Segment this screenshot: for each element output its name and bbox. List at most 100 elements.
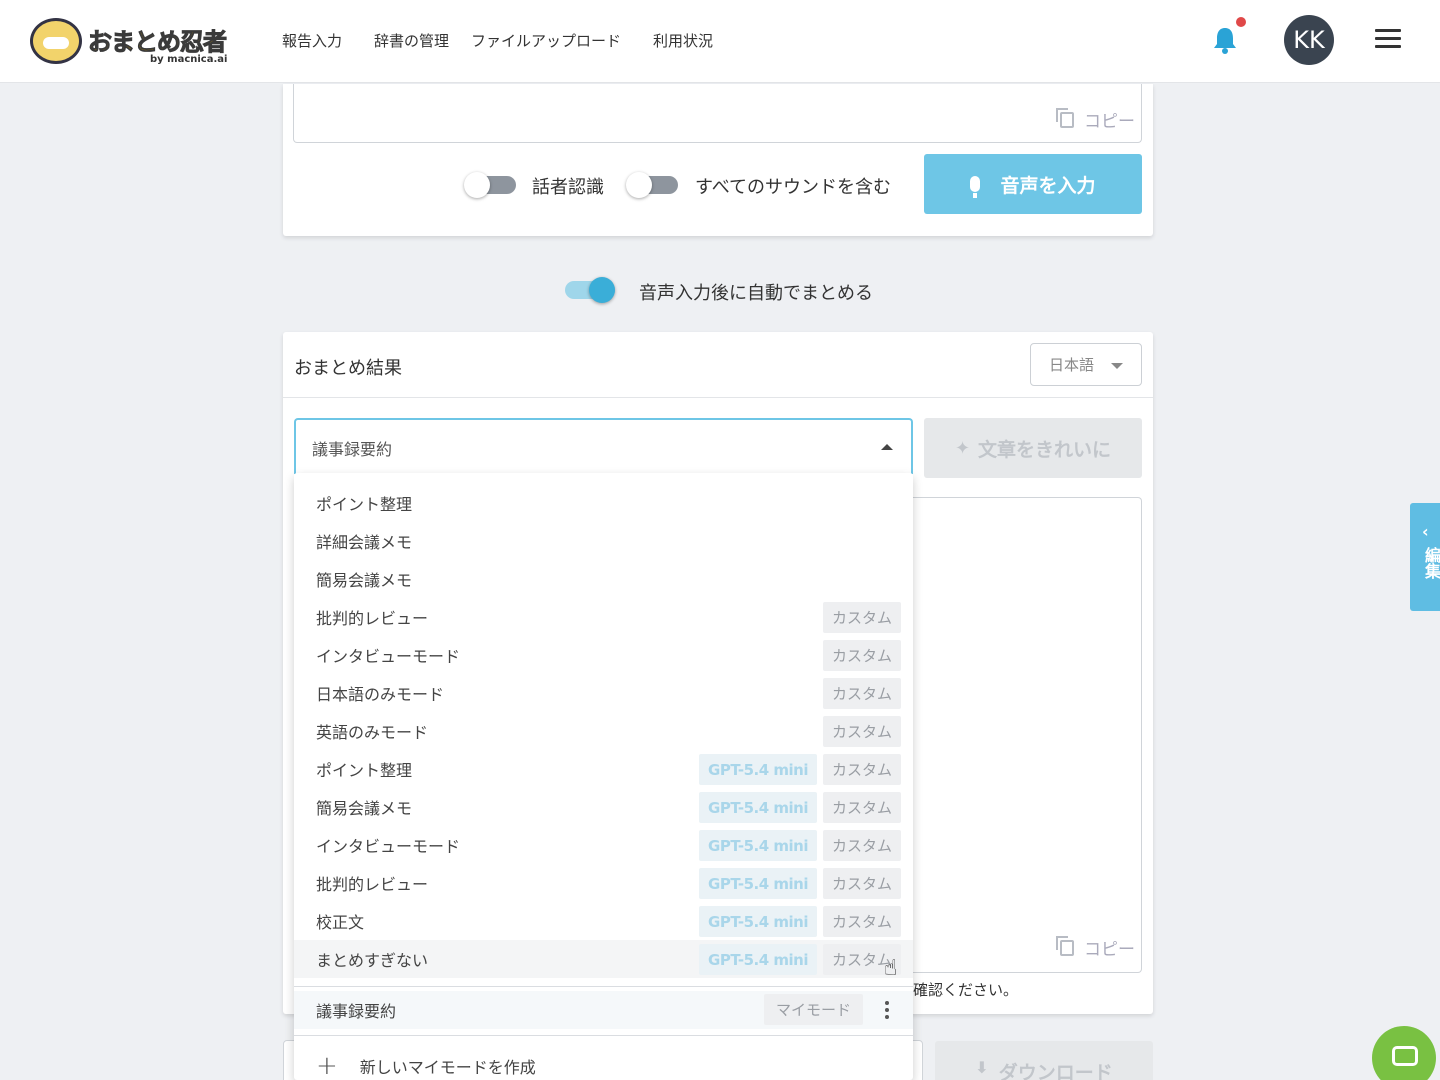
mode-option-tags: GPT-5.4 mini カスタム bbox=[699, 754, 901, 785]
edit-side-tab[interactable]: ‹ 編集 bbox=[1410, 503, 1440, 611]
all-sound-label: すべてのサウンドを含む bbox=[695, 177, 892, 198]
nav-report-input[interactable]: 報告入力 bbox=[282, 30, 342, 51]
copy-label: コピー bbox=[1084, 940, 1135, 960]
custom-badge: カスタム bbox=[822, 906, 901, 937]
language-select[interactable]: 日本語 bbox=[1030, 343, 1142, 386]
mode-option-label: インタビューモード bbox=[316, 837, 461, 856]
divider bbox=[283, 397, 1153, 398]
download-button[interactable]: ⬇ ダウンロード bbox=[935, 1041, 1153, 1080]
mode-option-label: ポイント整理 bbox=[316, 495, 413, 514]
plus-icon: + bbox=[316, 1051, 338, 1080]
chevron-down-icon bbox=[1111, 363, 1123, 369]
nav-usage[interactable]: 利用状況 bbox=[653, 30, 713, 51]
app-logo[interactable]: おまとめ忍者 by macnica.ai bbox=[30, 14, 230, 70]
mode-option[interactable]: インタビューモード GPT-5.4 mini カスタム bbox=[294, 826, 913, 864]
mode-option-tags: GPT-5.4 mini カスタム bbox=[699, 868, 901, 899]
summary-mode-select[interactable]: 議事録要約 bbox=[294, 418, 913, 474]
divider bbox=[294, 1035, 913, 1036]
user-avatar[interactable]: KK bbox=[1284, 15, 1334, 65]
mode-option[interactable]: 校正文 GPT-5.4 mini カスタム bbox=[294, 902, 913, 940]
mode-option[interactable]: 詳細会議メモ bbox=[294, 522, 913, 560]
voice-input-button[interactable]: 音声を入力 bbox=[924, 154, 1142, 214]
pointer-cursor-icon: ☝ bbox=[884, 956, 898, 981]
chevron-left-icon: ‹ bbox=[1422, 522, 1429, 541]
nav-dictionary[interactable]: 辞書の管理 bbox=[374, 30, 449, 51]
my-mode-label: 議事録要約 bbox=[316, 1002, 397, 1021]
custom-badge: カスタム bbox=[822, 792, 901, 823]
mode-option[interactable]: ポイント整理 GPT-5.4 mini カスタム bbox=[294, 750, 913, 788]
mode-option-label: 批判的レビュー bbox=[316, 609, 429, 628]
transcript-textarea[interactable]: コピー bbox=[293, 84, 1142, 143]
notice-text: 確認ください。 bbox=[913, 981, 1019, 999]
chat-icon bbox=[1392, 1046, 1418, 1066]
chevron-up-icon bbox=[881, 444, 893, 450]
mode-option[interactable]: 簡易会議メモ GPT-5.4 mini カスタム bbox=[294, 788, 913, 826]
logo-title: おまとめ忍者 bbox=[88, 28, 228, 57]
create-my-mode-button[interactable]: + 新しいマイモードを作成 bbox=[316, 1053, 536, 1079]
mode-option[interactable]: 批判的レビュー GPT-5.4 mini カスタム bbox=[294, 864, 913, 902]
notification-bell-icon[interactable] bbox=[1212, 26, 1238, 54]
main-nav: 報告入力 辞書の管理 ファイルアップロード 利用状況 bbox=[282, 30, 745, 51]
mode-option-label: 簡易会議メモ bbox=[316, 571, 413, 590]
speaker-recognition-toggle[interactable] bbox=[464, 172, 516, 198]
mode-option[interactable]: 批判的レビュー カスタム bbox=[294, 598, 913, 636]
voice-input-label: 音声を入力 bbox=[1000, 174, 1096, 197]
menu-icon[interactable] bbox=[1375, 29, 1401, 49]
copy-icon bbox=[1056, 935, 1074, 956]
mode-option[interactable]: インタビューモード カスタム bbox=[294, 636, 913, 674]
summary-mode-dropdown: ポイント整理 詳細会議メモ 簡易会議メモ 批判的レビュー カスタム インタビューモード カス… bbox=[294, 473, 913, 1080]
custom-badge: カスタム bbox=[822, 716, 901, 747]
model-badge: GPT-5.4 mini bbox=[699, 868, 817, 899]
download-icon: ⬇ bbox=[975, 1058, 989, 1077]
custom-badge: カスタム bbox=[822, 754, 901, 785]
custom-badge: カスタム bbox=[822, 602, 901, 633]
auto-summary-label: 音声入力後に自動でまとめる bbox=[639, 283, 873, 304]
mode-option-label: まとめすぎない bbox=[316, 951, 429, 970]
more-vert-icon[interactable] bbox=[885, 1001, 889, 1019]
result-title: おまとめ結果 bbox=[294, 358, 402, 379]
mode-option-label: インタビューモード bbox=[316, 647, 461, 666]
mode-option[interactable]: 英語のみモード カスタム bbox=[294, 712, 913, 750]
all-sound-toggle[interactable] bbox=[626, 172, 678, 198]
model-badge: GPT-5.4 mini bbox=[699, 906, 817, 937]
copy-transcript-button[interactable]: コピー bbox=[1056, 107, 1135, 132]
sparkle-icon: ✦ bbox=[954, 437, 971, 459]
mode-option[interactable]: 日本語のみモード カスタム bbox=[294, 674, 913, 712]
app-header: おまとめ忍者 by macnica.ai 報告入力 辞書の管理 ファイルアップロ… bbox=[0, 0, 1440, 83]
mode-option-tags: カスタム bbox=[822, 602, 901, 633]
mode-option[interactable]: ポイント整理 bbox=[294, 484, 913, 522]
model-badge: GPT-5.4 mini bbox=[699, 792, 817, 823]
mode-option-label: 校正文 bbox=[316, 913, 365, 932]
clean-text-label: 文章をきれいに bbox=[978, 438, 1112, 461]
copy-result-button[interactable]: コピー bbox=[1056, 935, 1135, 960]
mode-option-label: 日本語のみモード bbox=[316, 685, 445, 704]
notification-dot bbox=[1236, 17, 1246, 27]
model-badge: GPT-5.4 mini bbox=[699, 830, 817, 861]
selected-mode-value: 議事録要約 bbox=[312, 440, 393, 459]
custom-badge: カスタム bbox=[822, 640, 901, 671]
mode-option-tags: カスタム bbox=[822, 678, 901, 709]
chat-button[interactable] bbox=[1372, 1026, 1436, 1080]
language-value: 日本語 bbox=[1049, 356, 1095, 374]
voice-input-card: コピー 話者認識 すべてのサウンドを含む 音声を入力 bbox=[283, 84, 1153, 236]
ninja-mascot-icon bbox=[30, 18, 82, 64]
my-mode-item[interactable]: 議事録要約 マイモード bbox=[294, 991, 913, 1029]
mode-option-label: 英語のみモード bbox=[316, 723, 429, 742]
side-tab-label: 編集 bbox=[1422, 547, 1440, 579]
download-label: ダウンロード bbox=[998, 1062, 1113, 1080]
summary-result-textarea[interactable]: コピー bbox=[913, 497, 1142, 973]
mode-option-tags: GPT-5.4 mini カスタム bbox=[699, 944, 901, 975]
speaker-recognition-label: 話者認識 bbox=[532, 177, 604, 198]
mode-option[interactable]: まとめすぎない GPT-5.4 mini カスタム bbox=[294, 940, 913, 978]
nav-file-upload[interactable]: ファイルアップロード bbox=[471, 30, 621, 51]
clean-text-button[interactable]: ✦ 文章をきれいに bbox=[924, 418, 1142, 478]
mode-option-label: 簡易会議メモ bbox=[316, 799, 413, 818]
create-my-mode-label: 新しいマイモードを作成 bbox=[359, 1058, 536, 1077]
custom-badge: カスタム bbox=[822, 678, 901, 709]
custom-badge: カスタム bbox=[822, 830, 901, 861]
mode-option-label: 詳細会議メモ bbox=[316, 533, 413, 552]
auto-summary-toggle[interactable] bbox=[565, 277, 615, 303]
logo-subtitle: by macnica.ai bbox=[150, 54, 228, 65]
mode-option[interactable]: 簡易会議メモ bbox=[294, 560, 913, 598]
mode-option-tags: カスタム bbox=[822, 640, 901, 671]
